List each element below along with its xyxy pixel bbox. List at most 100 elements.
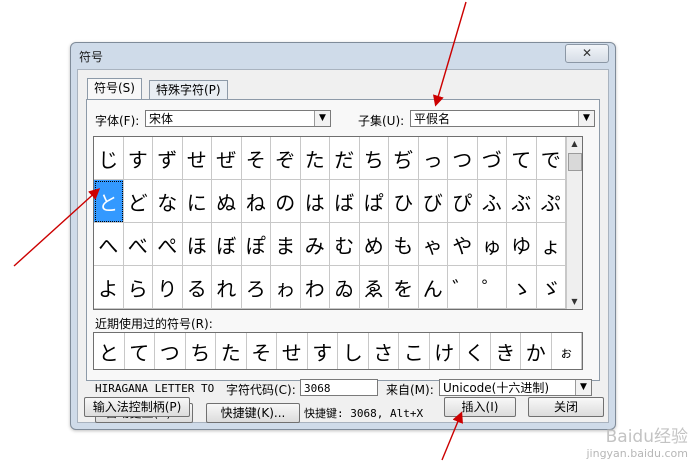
symbol-cell[interactable]: ぷ [536, 180, 566, 223]
symbol-cell[interactable]: じ [94, 137, 124, 180]
symbol-cell[interactable]: せ [182, 137, 212, 180]
symbol-cell[interactable]: ま [271, 223, 301, 266]
symbol-cell[interactable]: ゎ [271, 266, 301, 309]
symbol-cell[interactable]: ゛ [448, 266, 478, 309]
symbol-cell[interactable]: や [448, 223, 478, 266]
recent-symbol-cell[interactable]: か [521, 333, 552, 369]
symbol-cell[interactable]: み [300, 223, 330, 266]
symbol-cell[interactable]: め [359, 223, 389, 266]
symbol-cell[interactable]: だ [330, 137, 360, 180]
symbol-cell[interactable]: ぴ [448, 180, 478, 223]
symbol-cell[interactable]: ゆ [507, 223, 537, 266]
symbol-cell[interactable]: は [300, 180, 330, 223]
symbol-cell[interactable]: ゅ [477, 223, 507, 266]
chevron-down-icon[interactable]: ▼ [575, 380, 591, 395]
symbol-cell[interactable]: ね [241, 180, 271, 223]
symbol-cell[interactable]: ぬ [212, 180, 242, 223]
recent-symbol-cell[interactable]: つ [155, 333, 186, 369]
recent-symbol-cell[interactable]: せ [277, 333, 308, 369]
symbol-cell[interactable]: の [271, 180, 301, 223]
tab-special-characters[interactable]: 特殊字符(P) [149, 80, 228, 99]
symbol-cell[interactable]: ぞ [271, 137, 301, 180]
scrollbar-thumb[interactable] [568, 153, 582, 171]
symbol-cell[interactable]: た [300, 137, 330, 180]
recent-symbol-cell[interactable]: き [491, 333, 521, 369]
symbol-cell[interactable]: を [389, 266, 419, 309]
symbol-cell[interactable]: べ [123, 223, 153, 266]
symbol-cell[interactable]: ば [330, 180, 360, 223]
recent-symbol-cell[interactable]: ち [186, 333, 216, 369]
font-select[interactable]: 宋体 ▼ [145, 110, 331, 127]
symbol-cell[interactable]: ぱ [359, 180, 389, 223]
symbol-cell[interactable]: ら [123, 266, 153, 309]
symbol-cell[interactable]: ゑ [359, 266, 389, 309]
tab-symbols[interactable]: 符号(S) [87, 78, 142, 99]
shortcut-key-button[interactable]: 快捷键(K)... [206, 403, 300, 423]
symbol-cell[interactable]: ゜ [477, 266, 507, 309]
scroll-down-icon[interactable]: ▼ [567, 295, 582, 309]
recent-symbol-cell[interactable]: そ [247, 333, 277, 369]
insert-button[interactable]: 插入(I) [444, 397, 516, 417]
symbol-cell[interactable]: と [94, 180, 124, 223]
symbol-cell[interactable]: ち [359, 137, 389, 180]
ime-control-button[interactable]: 输入法控制柄(P) [84, 397, 190, 417]
symbol-cell[interactable]: ん [418, 266, 448, 309]
symbol-cell[interactable]: で [536, 137, 566, 180]
recent-symbol-cell[interactable]: す [308, 333, 338, 369]
symbol-cell[interactable]: び [418, 180, 448, 223]
symbol-cell[interactable]: つ [448, 137, 478, 180]
recent-symbol-cell[interactable]: ぉ [552, 333, 582, 369]
symbol-cell[interactable]: る [182, 266, 212, 309]
recent-symbol-cell[interactable]: さ [369, 333, 399, 369]
symbol-cell[interactable]: ゝ [507, 266, 537, 309]
symbol-cell[interactable]: に [182, 180, 212, 223]
symbol-cell[interactable]: ぶ [507, 180, 537, 223]
symbol-cell[interactable]: も [389, 223, 419, 266]
character-code-input[interactable]: 3068 [300, 379, 378, 396]
symbol-cell[interactable]: ゃ [418, 223, 448, 266]
symbol-cell[interactable]: ひ [389, 180, 419, 223]
symbol-cell[interactable]: す [123, 137, 153, 180]
recent-symbol-cell[interactable]: し [338, 333, 369, 369]
symbol-cell[interactable]: づ [477, 137, 507, 180]
symbol-cell[interactable]: そ [241, 137, 271, 180]
symbol-cell[interactable]: ぢ [389, 137, 419, 180]
symbol-cell[interactable]: へ [94, 223, 124, 266]
symbol-cell[interactable]: わ [300, 266, 330, 309]
close-button[interactable]: 关闭 [528, 397, 604, 417]
symbol-grid-scrollbar[interactable]: ▲ ▼ [566, 137, 582, 309]
recent-symbol-cell[interactable]: た [216, 333, 247, 369]
recent-symbol-cell[interactable]: く [460, 333, 491, 369]
symbol-cell[interactable]: ど [123, 180, 153, 223]
symbol-cell[interactable]: ぜ [212, 137, 242, 180]
symbol-cell[interactable]: て [507, 137, 537, 180]
shortcut-info: 快捷键: 3068, Alt+X [304, 407, 424, 420]
symbol-cell[interactable]: ぼ [212, 223, 242, 266]
scroll-up-icon[interactable]: ▲ [567, 137, 582, 151]
recent-symbol-cell[interactable]: て [125, 333, 155, 369]
symbol-cell[interactable]: ぽ [241, 223, 271, 266]
symbol-cell[interactable]: よ [94, 266, 124, 309]
chevron-down-icon[interactable]: ▼ [578, 111, 594, 126]
from-select[interactable]: Unicode(十六进制) ▼ [439, 379, 592, 396]
symbol-cell[interactable]: り [153, 266, 183, 309]
subset-select[interactable]: 平假名 ▼ [410, 110, 595, 127]
close-icon[interactable]: ✕ [565, 44, 609, 63]
symbol-cell[interactable]: ろ [241, 266, 271, 309]
symbol-cell[interactable]: な [153, 180, 183, 223]
symbol-cell[interactable]: ず [153, 137, 183, 180]
symbol-cell[interactable]: っ [418, 137, 448, 180]
symbol-cell[interactable]: れ [212, 266, 242, 309]
recent-symbol-cell[interactable]: け [430, 333, 460, 369]
symbol-cell[interactable]: ぺ [153, 223, 183, 266]
symbol-cell[interactable]: ゐ [330, 266, 360, 309]
recent-symbol-cell[interactable]: こ [399, 333, 430, 369]
symbol-cell[interactable]: ょ [536, 223, 566, 266]
symbol-cell[interactable]: ふ [477, 180, 507, 223]
symbol-cell[interactable]: ゞ [536, 266, 566, 309]
chevron-down-icon[interactable]: ▼ [314, 111, 330, 126]
recent-symbol-cell[interactable]: と [94, 333, 125, 369]
symbol-cell[interactable]: む [330, 223, 360, 266]
symbol-cell[interactable]: ほ [182, 223, 212, 266]
symbol-dialog: 符号 ✕ 符号(S) 特殊字符(P) 字体(F): 宋体 ▼ 子集(U): 平假… [70, 42, 616, 430]
